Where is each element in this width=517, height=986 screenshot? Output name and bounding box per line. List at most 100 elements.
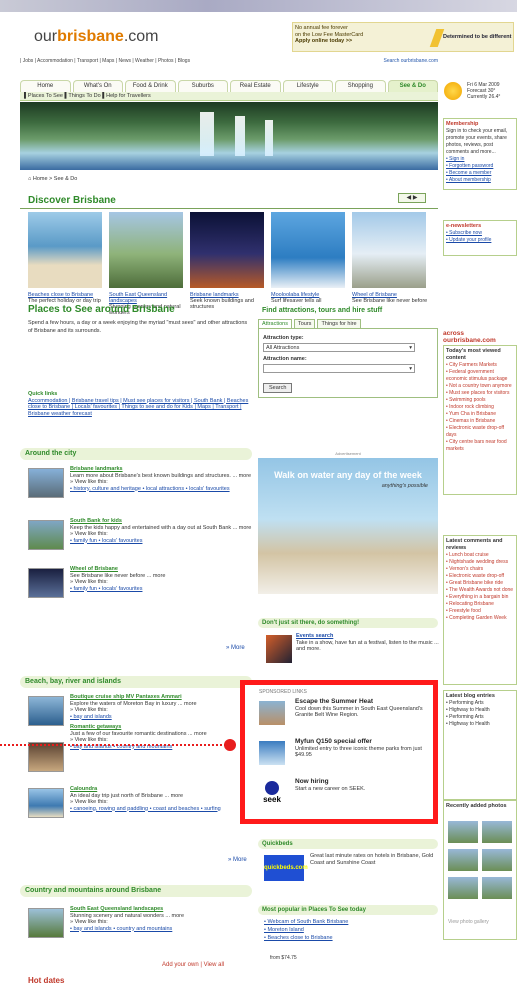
about-membership-link[interactable]: • About membership bbox=[446, 177, 514, 184]
item-thumb[interactable] bbox=[28, 696, 64, 726]
walk-on-water-ad[interactable]: Advertisement Walk on water any day of t… bbox=[258, 451, 438, 594]
events-thumb[interactable] bbox=[266, 635, 292, 663]
list-item[interactable]: Caloundra An ideal day trip just north of… bbox=[28, 786, 253, 826]
list-item[interactable]: • City Farmers Markets bbox=[446, 362, 514, 369]
list-item[interactable]: • City centre bars near food markets bbox=[446, 439, 514, 453]
list-item[interactable]: • Electronic waste drop-off days bbox=[446, 425, 514, 439]
search-button[interactable]: Search bbox=[263, 383, 293, 393]
sign-in-link[interactable]: • Sign in bbox=[446, 156, 514, 163]
item-thumb[interactable] bbox=[28, 908, 64, 938]
breadcrumb[interactable]: ⌂ Home > See & Do bbox=[28, 176, 77, 182]
quickbeds-logo[interactable]: quickbeds.com bbox=[264, 855, 308, 881]
site-search-link[interactable]: Search ourbrisbane.com bbox=[384, 58, 438, 64]
utility-links[interactable]: | Jobs | Accommodation | Transport | Map… bbox=[20, 58, 438, 66]
photo-thumb[interactable] bbox=[482, 821, 512, 843]
photo-thumb[interactable] bbox=[482, 849, 512, 871]
item-thumb[interactable] bbox=[28, 468, 64, 498]
list-item[interactable]: • Highway to Health bbox=[446, 707, 514, 714]
view-like-links[interactable]: • bay and islands bbox=[70, 714, 252, 721]
tab-things-for-hire[interactable]: Things for hire bbox=[317, 319, 361, 329]
discover-thumb[interactable]: Mooloolaba lifestyle Surf lifesaver tells… bbox=[271, 212, 345, 304]
view-like-links[interactable]: • bay and islands • country and mountain… bbox=[70, 926, 252, 933]
view-like-links[interactable]: • family fun • locals' favourites bbox=[70, 586, 252, 593]
list-item[interactable]: • The Wealth Awards not done bbox=[446, 587, 514, 594]
forgot-password-link[interactable]: • Forgotten password bbox=[446, 163, 514, 170]
list-item[interactable]: Wheel of Brisbane See Brisbane like never… bbox=[28, 566, 253, 606]
sponsored-thumb[interactable] bbox=[259, 741, 285, 765]
sub-navigation[interactable]: ▌Places To See ▌Things To Do ▌Help for T… bbox=[20, 92, 438, 101]
photo-thumb[interactable] bbox=[448, 821, 478, 843]
quickbeds-desc[interactable]: Great last minute rates on hotels in Bri… bbox=[310, 853, 438, 867]
view-like-links[interactable]: • history, culture and heritage • local … bbox=[70, 486, 252, 493]
sponsored-item[interactable]: Myfun Q150 special offer Unlimited entry … bbox=[259, 738, 435, 769]
footer-ad[interactable]: from $74.75 bbox=[270, 955, 297, 961]
list-item[interactable]: • Beaches close to Brisbane bbox=[264, 934, 434, 942]
add-your-own-link[interactable]: Add your own | View all bbox=[162, 962, 224, 968]
view-like-links[interactable]: • canoeing, rowing and paddling • coast … bbox=[70, 806, 252, 813]
list-item[interactable]: • Vernon's chairs bbox=[446, 566, 514, 573]
become-member-link[interactable]: • Become a member bbox=[446, 170, 514, 177]
discover-thumb[interactable]: South East Queensland landscapes Stunning… bbox=[109, 212, 183, 316]
beach-more-link[interactable]: » More bbox=[228, 857, 247, 863]
discover-thumb[interactable]: Beaches close to Brisbane The perfect hol… bbox=[28, 212, 102, 304]
sponsored-item[interactable]: seek Now hiring Start a new career on SEEK… bbox=[259, 778, 435, 809]
list-item[interactable]: • Swimming pools bbox=[446, 397, 514, 404]
list-item[interactable]: • Highway to Health bbox=[446, 721, 514, 728]
tab-tours[interactable]: Tours bbox=[293, 319, 316, 329]
tab-real-estate[interactable]: Real Estate bbox=[230, 80, 281, 92]
list-item[interactable]: South East Queensland landscapes Stunning… bbox=[28, 906, 253, 942]
quick-links[interactable]: Quick links Accommodation | Brisbane trav… bbox=[28, 391, 250, 417]
events-search-item[interactable]: Events search Take in a show, have fun at… bbox=[266, 633, 439, 669]
tab-suburbs[interactable]: Suburbs bbox=[177, 80, 228, 92]
photo-thumb[interactable] bbox=[482, 877, 512, 899]
item-thumb[interactable] bbox=[28, 788, 64, 818]
list-item[interactable]: • Moreton Island bbox=[264, 926, 434, 934]
item-thumb[interactable] bbox=[28, 568, 64, 598]
tab-attractions[interactable]: Attractions bbox=[258, 319, 292, 329]
discover-title[interactable]: South East Queensland landscapes bbox=[109, 292, 167, 304]
popular-list[interactable]: • Webcam of South Bank Brisbane • Moreton… bbox=[264, 918, 434, 942]
tab-food-drink[interactable]: Food & Drink bbox=[125, 80, 176, 92]
site-logo[interactable]: ourbrisbane.com bbox=[34, 28, 158, 46]
list-item[interactable]: • Must see places for visitors bbox=[446, 390, 514, 397]
list-item[interactable]: • Cinemas in Brisbane bbox=[446, 418, 514, 425]
list-item[interactable]: Brisbane landmarks Learn more about Brisb… bbox=[28, 466, 253, 510]
carousel-arrows[interactable]: ◀ ▶ bbox=[398, 193, 426, 203]
list-item[interactable]: • Performing Arts bbox=[446, 700, 514, 707]
weather-widget[interactable]: Fri 6 Mar 2009 Forecast 30° Currently 26… bbox=[443, 80, 517, 112]
tab-see-do[interactable]: See & Do bbox=[387, 80, 438, 92]
list-item[interactable]: • Freestyle food bbox=[446, 608, 514, 615]
discover-thumb[interactable]: Wheel of Brisbane See Brisbane like never… bbox=[352, 212, 427, 304]
tab-home[interactable]: Home bbox=[20, 80, 71, 92]
attraction-type-select[interactable]: All Attractions bbox=[263, 343, 415, 352]
list-item[interactable]: • Completing Garden Week bbox=[446, 615, 514, 622]
list-item[interactable]: • Indoor rock climbing bbox=[446, 404, 514, 411]
list-item[interactable]: • Federal government economic stimulus p… bbox=[446, 369, 514, 383]
subscribe-link[interactable]: • Subscribe now bbox=[446, 230, 514, 237]
mastercard-ad[interactable]: No annual fee forever on the Low Fee Mast… bbox=[292, 22, 514, 52]
list-item[interactable]: • Electronic waste drop-off bbox=[446, 573, 514, 580]
list-item[interactable]: • Yum Cha in Brisbane bbox=[446, 411, 514, 418]
list-item[interactable]: • Nightshade wedding dress bbox=[446, 559, 514, 566]
view-photo-gallery-link[interactable]: View photo gallery bbox=[448, 919, 489, 926]
photo-thumb[interactable] bbox=[448, 849, 478, 871]
list-item[interactable]: • Performing Arts bbox=[446, 714, 514, 721]
photo-thumb[interactable] bbox=[448, 877, 478, 899]
list-item[interactable]: • Webcam of South Bank Brisbane bbox=[264, 918, 434, 926]
discover-thumb[interactable]: Brisbane landmarks Seek known buildings a… bbox=[190, 212, 264, 310]
sponsored-item[interactable]: Escape the Summer Heat Cool down this Sum… bbox=[259, 698, 435, 729]
item-thumb[interactable] bbox=[28, 520, 64, 550]
list-item[interactable]: • Everything in a bargain bin bbox=[446, 594, 514, 601]
list-item[interactable]: South Bank for kids Keep the kids happy a… bbox=[28, 518, 253, 562]
around-more-link[interactable]: » More bbox=[226, 645, 245, 651]
tab-whats-on[interactable]: What's On bbox=[72, 80, 123, 92]
view-like-links[interactable]: • family fun • locals' favourites bbox=[70, 538, 252, 545]
update-profile-link[interactable]: • Update your profile bbox=[446, 237, 514, 244]
sponsored-thumb[interactable] bbox=[259, 701, 285, 725]
seek-logo[interactable]: seek bbox=[259, 781, 285, 805]
attraction-name-input[interactable] bbox=[263, 364, 415, 373]
list-item[interactable]: • Lunch boat cruise bbox=[446, 552, 514, 559]
item-thumb[interactable] bbox=[28, 742, 64, 772]
tab-lifestyle[interactable]: Lifestyle bbox=[282, 80, 333, 92]
list-item[interactable]: • Great Brisbane bike ride bbox=[446, 580, 514, 587]
